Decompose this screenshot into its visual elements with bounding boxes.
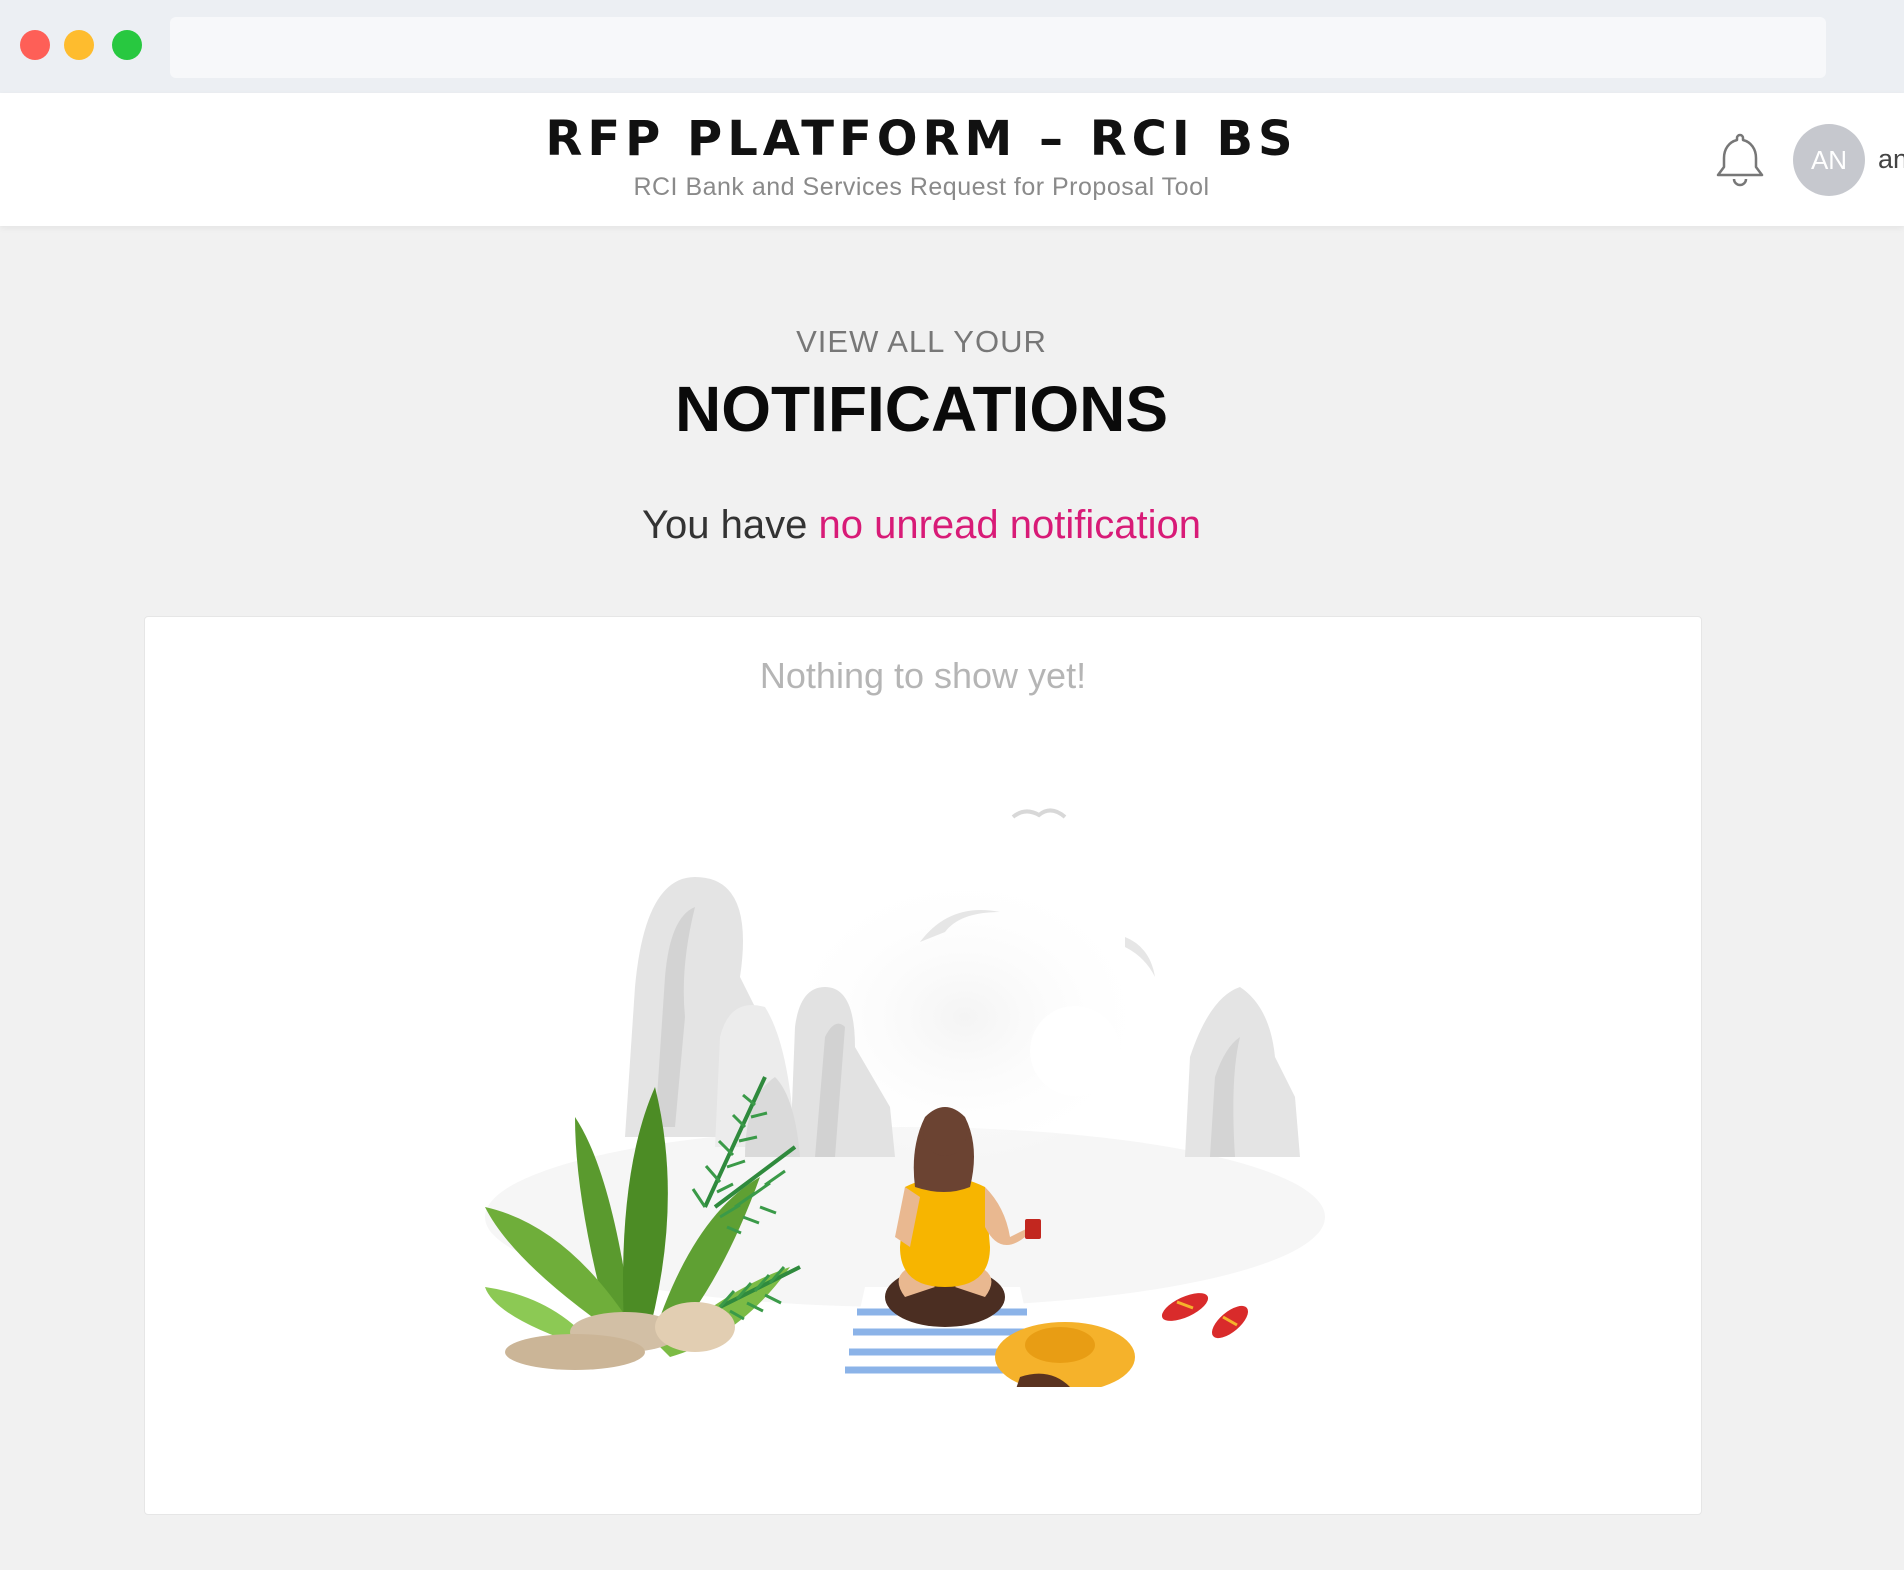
user-avatar[interactable]: AN <box>1793 124 1865 196</box>
username-label[interactable]: an <box>1878 144 1904 175</box>
app-title: RFP PLATFORM – RCI BS <box>545 111 1298 167</box>
minimize-window-button[interactable] <box>64 30 94 60</box>
empty-state-illustration <box>485 808 1325 1387</box>
app-header: RFP PLATFORM – RCI BS RCI Bank and Servi… <box>0 93 1904 226</box>
avatar-initials: AN <box>1810 144 1848 175</box>
app-subtitle: RCI Bank and Services Request for Propos… <box>633 173 1210 201</box>
notifications-panel: Nothing to show yet! <box>144 616 1702 1515</box>
page-title: NOTIFICATIONS <box>675 373 1168 445</box>
empty-state-message: Nothing to show yet! <box>759 655 1087 696</box>
page-kicker: VIEW ALL YOUR <box>796 324 1047 359</box>
status-prefix: You have <box>642 503 819 547</box>
notification-status: You have no unread notification <box>0 503 1843 548</box>
close-window-button[interactable] <box>20 30 50 60</box>
address-bar[interactable] <box>170 17 1826 78</box>
maximize-window-button[interactable] <box>112 30 142 60</box>
status-highlight: no unread notification <box>818 503 1201 547</box>
browser-chrome <box>0 0 1904 93</box>
bell-icon[interactable] <box>1714 131 1766 189</box>
